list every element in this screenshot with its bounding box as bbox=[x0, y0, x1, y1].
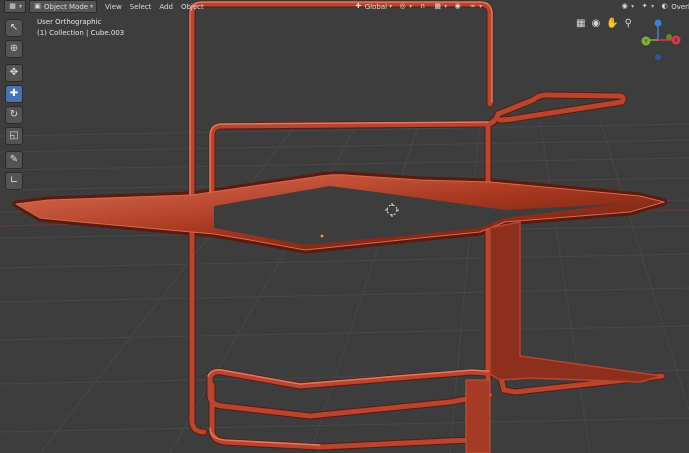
chevron-down-icon: ▾ bbox=[90, 3, 94, 10]
object-mode-icon: ▣ bbox=[34, 2, 41, 10]
collection-label: (1) Collection | Cube.003 bbox=[37, 29, 125, 37]
tool-shelf: ↖ ⊕ ✥ ✚ ↻ ◱ ✎ ∟ bbox=[5, 19, 23, 193]
cube-grid-icon: ▦ bbox=[9, 2, 16, 10]
chevron-down-icon: ▾ bbox=[444, 3, 448, 10]
editor-type-button[interactable]: ▦ ▾ bbox=[4, 0, 27, 13]
grid-snap-icon: ▦ bbox=[434, 2, 441, 10]
rotate-tool[interactable]: ↻ bbox=[5, 106, 23, 124]
proportional-edit-icon: ◉ bbox=[454, 2, 461, 10]
3d-viewport[interactable] bbox=[0, 0, 689, 453]
overlays-icon: ◐ bbox=[661, 2, 668, 10]
mesh-front-post bbox=[465, 379, 491, 453]
transform-icon: ✚ bbox=[9, 88, 19, 99]
menu-select[interactable]: Select bbox=[126, 1, 156, 12]
measure-tool[interactable]: ∟ bbox=[5, 172, 23, 190]
ruler-icon: ∟ bbox=[9, 175, 19, 186]
object-origin-dot bbox=[320, 234, 324, 238]
falloff-curve-icon: ∞ bbox=[469, 2, 476, 10]
overlays-label: Overlays bbox=[671, 2, 689, 11]
gizmo-neg-z-handle[interactable] bbox=[655, 54, 661, 60]
cursor-arrow-icon: ↖ bbox=[9, 22, 19, 33]
select-box-tool[interactable]: ↖ bbox=[5, 19, 23, 37]
orientation-dropdown[interactable]: ✚ Global ▾ bbox=[351, 1, 395, 12]
mode-label: Object Mode bbox=[44, 2, 89, 11]
orientation-label: Global bbox=[364, 2, 388, 11]
eye-icon: ◉ bbox=[621, 2, 628, 10]
falloff-button[interactable]: ∞ ▾ bbox=[465, 1, 485, 12]
camera-icon[interactable]: ◉ bbox=[591, 18, 600, 29]
zoom-icon[interactable]: ⚲ bbox=[625, 18, 632, 29]
axes-icon: ✚ bbox=[355, 2, 362, 10]
move-tool[interactable]: ✥ bbox=[5, 64, 23, 82]
chevron-down-icon: ▾ bbox=[631, 3, 635, 10]
snap-mode-button[interactable]: ▦ ▾ bbox=[430, 1, 450, 12]
rotate-icon: ↻ bbox=[9, 109, 19, 120]
grid-view-icon[interactable]: ▦ bbox=[576, 18, 585, 29]
snap-toggle[interactable]: ∩ bbox=[415, 1, 430, 12]
gizmo-x-label: X bbox=[674, 38, 678, 44]
scale-icon: ◱ bbox=[9, 130, 19, 141]
menu-view[interactable]: View bbox=[101, 1, 126, 12]
proportional-edit-toggle[interactable]: ◉ bbox=[450, 1, 465, 12]
gizmo-z-handle[interactable] bbox=[654, 19, 662, 27]
view-name: User Orthographic bbox=[37, 18, 102, 26]
chevron-down-icon: ▾ bbox=[651, 3, 655, 10]
menu-add[interactable]: Add bbox=[155, 1, 177, 12]
visibility-button[interactable]: ◉ ▾ bbox=[617, 1, 637, 12]
navigation-controls: ▦ ◉ ✋ ⚲ bbox=[576, 18, 632, 29]
hand-pan-icon[interactable]: ✋ bbox=[606, 18, 618, 29]
gizmo-neg-y-handle[interactable] bbox=[666, 34, 672, 40]
move-icon: ✥ bbox=[9, 67, 19, 78]
pivot-point-button[interactable]: ◎ ▾ bbox=[395, 1, 415, 12]
chevron-down-icon: ▾ bbox=[389, 3, 393, 10]
cursor-tool[interactable]: ⊕ bbox=[5, 40, 23, 58]
crosshair-icon: ⊕ bbox=[9, 43, 19, 54]
chevron-down-icon: ▾ bbox=[409, 3, 413, 10]
navigation-gizmo[interactable]: Y X bbox=[636, 16, 686, 64]
viewport-header: ▦ ▾ ▣ Object Mode ▾ View Select Add Objec… bbox=[0, 0, 689, 13]
mode-dropdown[interactable]: ▣ Object Mode ▾ bbox=[29, 0, 98, 13]
annotate-tool[interactable]: ✎ bbox=[5, 151, 23, 169]
chevron-down-icon: ▾ bbox=[479, 3, 483, 10]
overlays-button[interactable]: ◐ Overlays bbox=[657, 1, 689, 12]
magnet-icon: ∩ bbox=[420, 2, 426, 10]
scale-tool[interactable]: ◱ bbox=[5, 127, 23, 145]
chevron-down-icon: ▾ bbox=[19, 3, 23, 10]
menu-object[interactable]: Object bbox=[177, 1, 208, 12]
viewport-info: User Orthographic (1) Collection | Cube.… bbox=[37, 17, 124, 39]
pivot-icon: ◎ bbox=[399, 2, 406, 10]
gizmo-icon: ✦ bbox=[641, 2, 648, 10]
pencil-icon: ✎ bbox=[9, 154, 19, 165]
gizmos-toggle[interactable]: ✦ ▾ bbox=[637, 1, 657, 12]
transform-tool[interactable]: ✚ bbox=[5, 85, 23, 103]
